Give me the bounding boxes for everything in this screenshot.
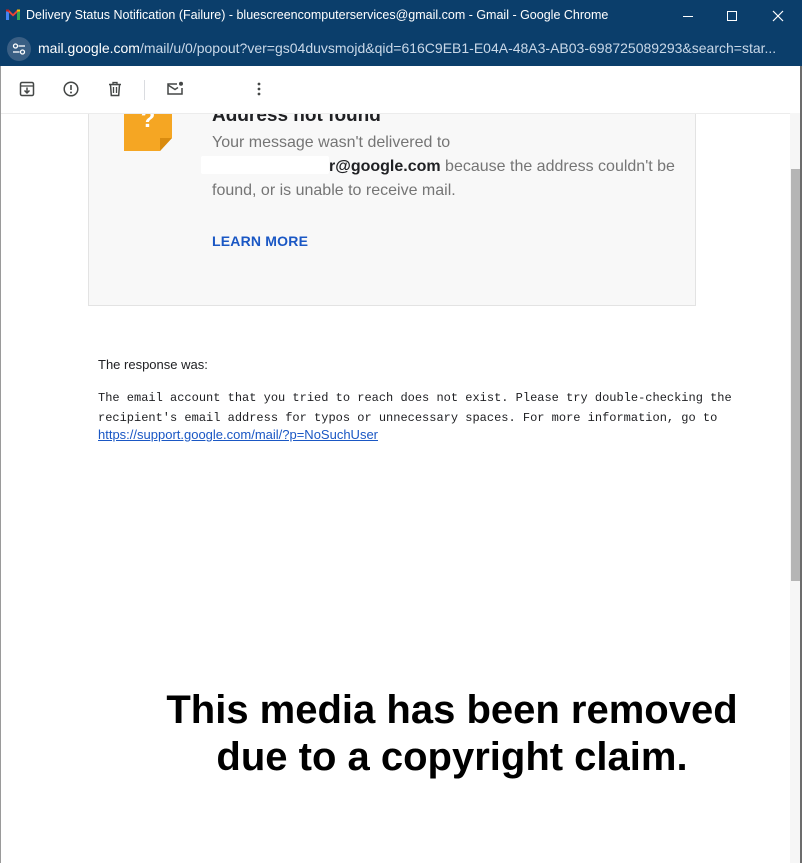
toolbar-divider [144, 80, 145, 100]
minimize-icon [683, 16, 693, 17]
tune-icon [12, 43, 26, 55]
window-border-left [0, 66, 1, 863]
card-message: Your message wasn't delivered to r@googl… [201, 131, 682, 203]
close-button[interactable] [768, 6, 788, 26]
message-body: ? Address not found Your message wasn't … [0, 114, 790, 862]
more-icon [257, 82, 261, 96]
more-options-button[interactable] [250, 80, 268, 98]
bounce-card: ? Address not found Your message wasn't … [88, 114, 696, 306]
url-host: mail.google.com [38, 40, 140, 56]
message-before: Your message wasn't delivered to [212, 134, 451, 151]
archive-icon [19, 81, 35, 97]
response-body: The email account that you tried to reac… [98, 391, 732, 425]
warning-document-icon: ? [124, 114, 172, 151]
report-spam-icon [63, 81, 79, 97]
learn-more-link[interactable]: LEARN MORE [212, 233, 308, 249]
support-link[interactable]: https://support.google.com/mail/?p=NoSuc… [98, 427, 378, 442]
redacted-block [201, 156, 329, 174]
url-path: /mail/u/0/popout?ver=gs04duvsmojd&qid=61… [139, 40, 777, 56]
address-bar: mail.google.com/mail/u/0/popout?ver=gs04… [0, 32, 802, 66]
archive-button[interactable] [18, 80, 36, 98]
response-label: The response was: [98, 357, 208, 372]
svg-text:?: ? [141, 114, 156, 133]
mark-unread-button[interactable] [166, 80, 184, 98]
copyright-notice: This media has been removed due to a cop… [166, 688, 738, 779]
maximize-button[interactable] [722, 6, 742, 26]
report-spam-button[interactable] [62, 80, 80, 98]
minimize-button[interactable] [678, 6, 698, 26]
maximize-icon [727, 11, 737, 21]
gmail-logo-icon [6, 9, 20, 20]
recipient-email: r@google.com [329, 158, 441, 175]
message-toolbar [0, 66, 800, 114]
mark-unread-icon [167, 81, 183, 95]
window-titlebar: Delivery Status Notification (Failure) -… [0, 0, 802, 32]
delete-button[interactable] [106, 80, 124, 98]
url-text[interactable]: mail.google.com/mail/u/0/popout?ver=gs04… [38, 40, 798, 56]
close-icon [772, 10, 784, 22]
site-info-button[interactable] [7, 37, 31, 61]
card-title: Address not found [212, 114, 381, 126]
window-title: Delivery Status Notification (Failure) -… [26, 8, 609, 22]
delete-icon [109, 81, 121, 97]
